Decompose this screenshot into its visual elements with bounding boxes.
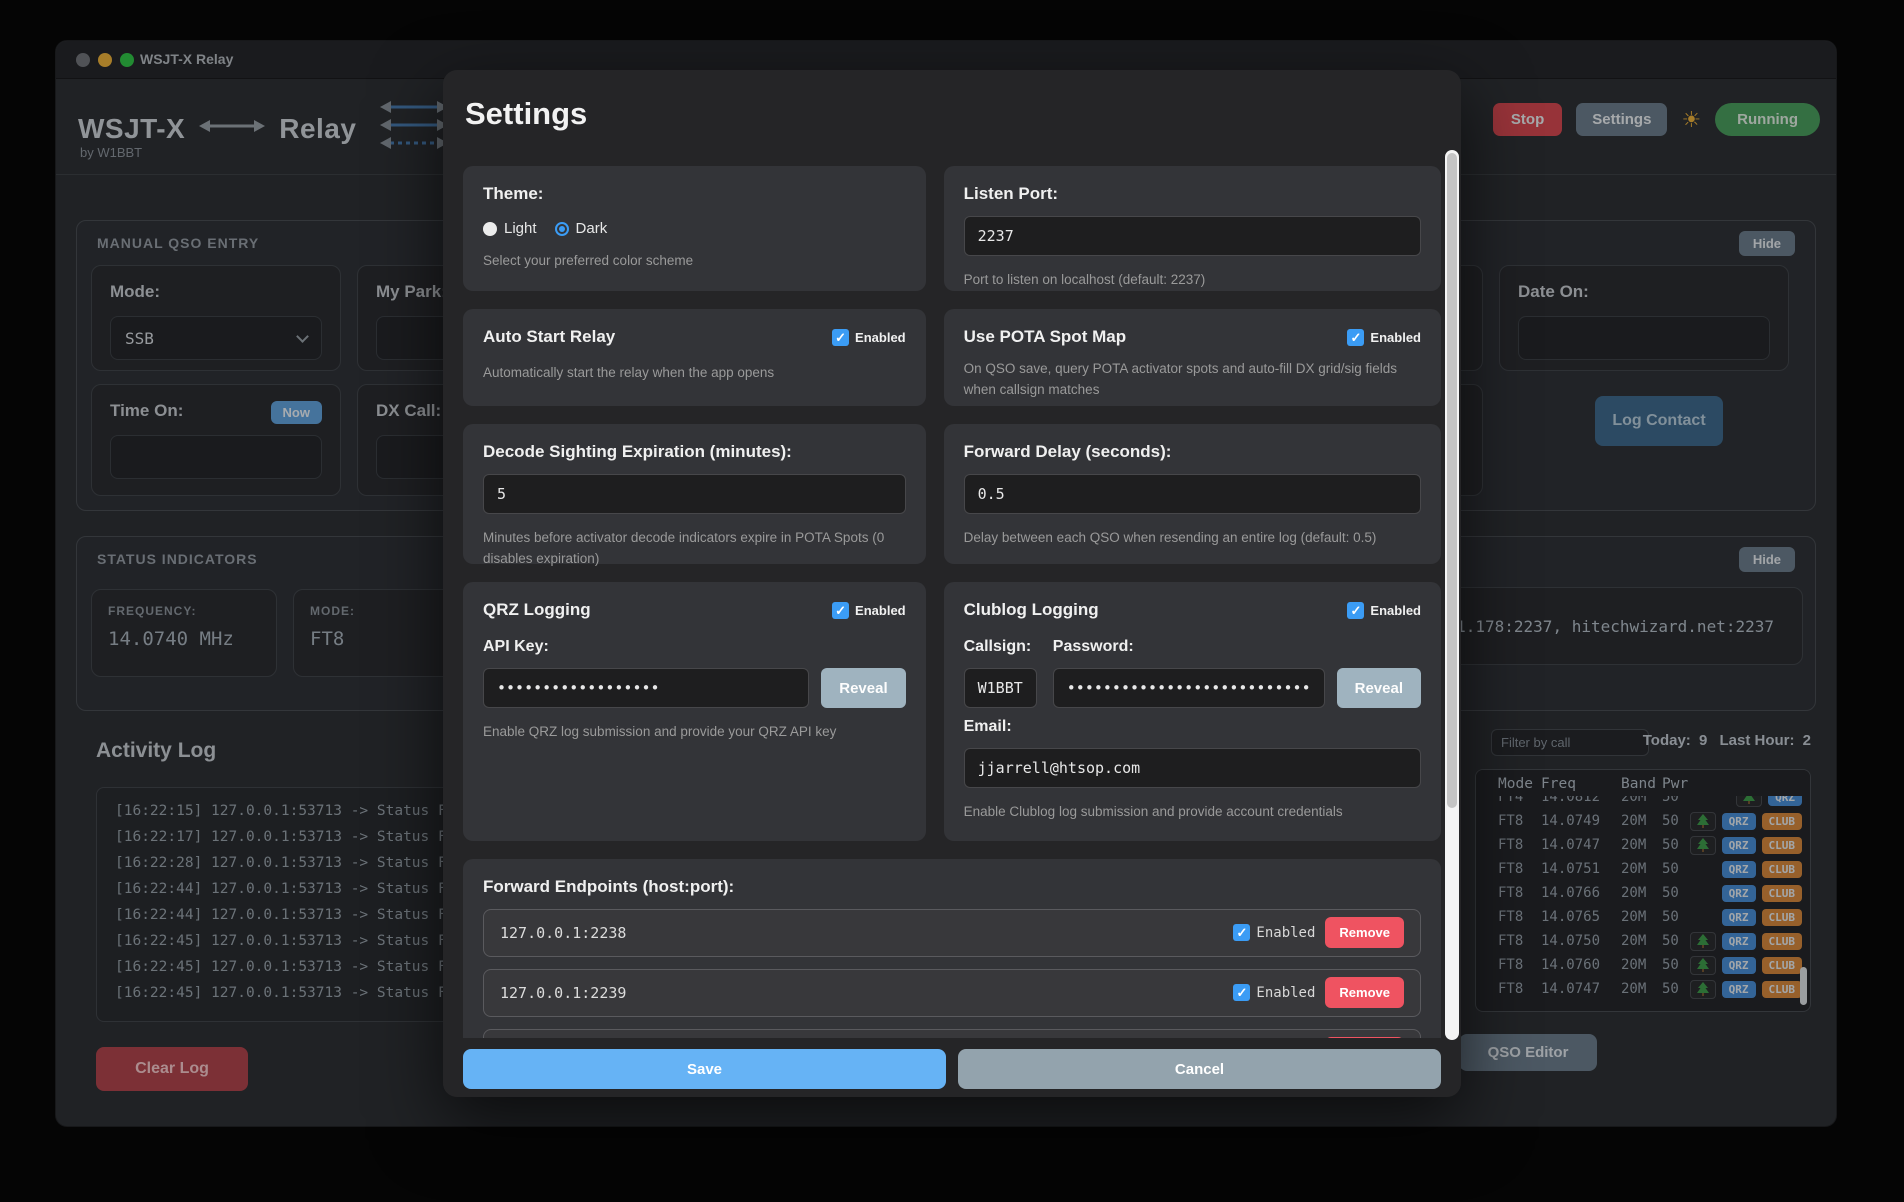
listen-port-card: Listen Port: 2237 Port to listen on loca…: [944, 166, 1441, 291]
clublog-logging-label: Clublog Logging: [964, 600, 1099, 620]
callsign-input[interactable]: W1BBT: [964, 668, 1037, 708]
save-button[interactable]: Save: [463, 1049, 946, 1089]
listen-port-value: 2237: [978, 227, 1014, 245]
checkbox-checked-icon: ✓: [832, 602, 849, 619]
decode-expiration-card: Decode Sighting Expiration (minutes): 5 …: [463, 424, 926, 564]
pota-map-card: Use POTA Spot Map ✓ Enabled On QSO save,…: [944, 309, 1441, 406]
endpoint-enabled-label: Enabled: [1256, 985, 1315, 1001]
password-masked-value: •••••••••••••••••••••••••••: [1067, 679, 1311, 697]
qrz-enabled-checkbox[interactable]: ✓ Enabled: [832, 602, 906, 619]
desktop-background: WSJT-X Relay WSJT-X Relay: [0, 0, 1904, 1202]
auto-start-card: Auto Start Relay ✓ Enabled Automatically…: [463, 309, 926, 406]
theme-light-label: Light: [504, 220, 537, 237]
qrz-hint: Enable QRZ log submission and provide yo…: [483, 722, 906, 743]
pota-map-enabled-checkbox[interactable]: ✓ Enabled: [1347, 329, 1421, 346]
qrz-logging-label: QRZ Logging: [483, 600, 591, 620]
listen-port-input[interactable]: 2237: [964, 216, 1421, 256]
qrz-logging-card: QRZ Logging ✓ Enabled API Key: •••••••••…: [463, 582, 926, 841]
pota-map-enabled-label: Enabled: [1370, 330, 1421, 345]
theme-dark-radio[interactable]: Dark: [555, 220, 608, 237]
endpoint-remove-button[interactable]: Remove: [1325, 977, 1404, 1008]
api-key-masked-value: ••••••••••••••••••: [497, 679, 660, 697]
theme-label: Theme:: [483, 184, 906, 204]
endpoint-remove-button[interactable]: Remove: [1325, 917, 1404, 948]
qrz-enabled-label: Enabled: [855, 603, 906, 618]
auto-start-enabled-checkbox[interactable]: ✓ Enabled: [832, 329, 906, 346]
forward-delay-input[interactable]: 0.5: [964, 474, 1421, 514]
forward-endpoint-row: 127.0.0.1:2238 ✓ Enabled Remove: [483, 909, 1421, 957]
radio-unselected-icon: [483, 222, 497, 236]
forward-delay-hint: Delay between each QSO when resending an…: [964, 528, 1421, 549]
auto-start-hint: Automatically start the relay when the a…: [483, 363, 906, 384]
checkbox-checked-icon: ✓: [1347, 602, 1364, 619]
forward-endpoint-row: 127.0.0.1:2240✓EnabledRemove: [483, 1029, 1421, 1038]
checkbox-checked-icon: ✓: [1233, 924, 1250, 941]
modal-scrollbar-thumb[interactable]: [1447, 153, 1457, 808]
endpoint-enabled-checkbox[interactable]: ✓ Enabled: [1233, 984, 1315, 1001]
theme-light-radio[interactable]: Light: [483, 220, 537, 237]
clublog-hint: Enable Clublog log submission and provid…: [964, 802, 1421, 823]
clublog-reveal-button[interactable]: Reveal: [1337, 668, 1421, 708]
password-label: Password:: [1053, 638, 1421, 656]
theme-card: Theme: Light Dark Select your preferred …: [463, 166, 926, 291]
endpoint-controls: ✓ Enabled Remove: [1233, 977, 1404, 1008]
endpoint-controls: ✓ Enabled Remove: [1233, 917, 1404, 948]
auto-start-enabled-label: Enabled: [855, 330, 906, 345]
decode-expiration-hint: Minutes before activator decode indicato…: [483, 528, 906, 570]
pota-map-label: Use POTA Spot Map: [964, 327, 1126, 347]
cancel-button[interactable]: Cancel: [958, 1049, 1441, 1089]
checkbox-checked-icon: ✓: [1347, 329, 1364, 346]
clublog-enabled-checkbox[interactable]: ✓ Enabled: [1347, 602, 1421, 619]
endpoint-controls: ✓EnabledRemove: [1233, 1037, 1404, 1038]
qrz-reveal-button[interactable]: Reveal: [821, 668, 905, 708]
decode-expiration-input[interactable]: 5: [483, 474, 906, 514]
forward-endpoints-list: 127.0.0.1:2238✓EnabledRemove127.0.0.1:22…: [483, 909, 1421, 1038]
password-input[interactable]: •••••••••••••••••••••••••••: [1053, 668, 1325, 708]
theme-dark-label: Dark: [576, 220, 608, 237]
theme-hint: Select your preferred color scheme: [483, 251, 906, 272]
forward-delay-value: 0.5: [978, 485, 1005, 503]
modal-footer: Save Cancel: [443, 1041, 1461, 1097]
forward-endpoints-card: Forward Endpoints (host:port): 127.0.0.1…: [463, 859, 1441, 1038]
clublog-logging-card: Clublog Logging ✓ Enabled Callsign: W1BB…: [944, 582, 1441, 841]
checkbox-checked-icon: ✓: [832, 329, 849, 346]
auto-start-label: Auto Start Relay: [483, 327, 615, 347]
settings-modal: Settings Theme: Light Dark: [443, 70, 1461, 1097]
api-key-label: API Key:: [483, 638, 906, 656]
forward-endpoints-title: Forward Endpoints (host:port):: [483, 877, 1421, 897]
email-input[interactable]: jjarrell@htsop.com: [964, 748, 1421, 788]
checkbox-checked-icon: ✓: [1233, 984, 1250, 1001]
pota-map-hint: On QSO save, query POTA activator spots …: [964, 359, 1421, 401]
settings-modal-body: Theme: Light Dark Select your preferred …: [463, 166, 1441, 1038]
email-value: jjarrell@htsop.com: [978, 759, 1141, 777]
radio-selected-icon: [555, 222, 569, 236]
forward-delay-card: Forward Delay (seconds): 0.5 Delay betwe…: [944, 424, 1441, 564]
email-label: Email:: [964, 718, 1421, 736]
endpoint-remove-button[interactable]: Remove: [1325, 1037, 1404, 1038]
callsign-label: Callsign:: [964, 638, 1037, 656]
listen-port-hint: Port to listen on localhost (default: 22…: [964, 270, 1421, 291]
decode-expiration-label: Decode Sighting Expiration (minutes):: [483, 442, 906, 462]
forward-delay-label: Forward Delay (seconds):: [964, 442, 1421, 462]
callsign-value: W1BBT: [978, 679, 1023, 697]
endpoint-address[interactable]: 127.0.0.1:2239: [500, 984, 626, 1002]
modal-scrollbar-track[interactable]: [1445, 150, 1459, 1040]
listen-port-label: Listen Port:: [964, 184, 1421, 204]
clublog-enabled-label: Enabled: [1370, 603, 1421, 618]
settings-modal-title: Settings: [465, 96, 587, 132]
forward-endpoint-row: 127.0.0.1:2239 ✓ Enabled Remove: [483, 969, 1421, 1017]
api-key-input[interactable]: ••••••••••••••••••: [483, 668, 809, 708]
endpoint-address[interactable]: 127.0.0.1:2238: [500, 924, 626, 942]
decode-expiration-value: 5: [497, 485, 506, 503]
endpoint-enabled-label: Enabled: [1256, 925, 1315, 941]
endpoint-enabled-checkbox[interactable]: ✓ Enabled: [1233, 924, 1315, 941]
